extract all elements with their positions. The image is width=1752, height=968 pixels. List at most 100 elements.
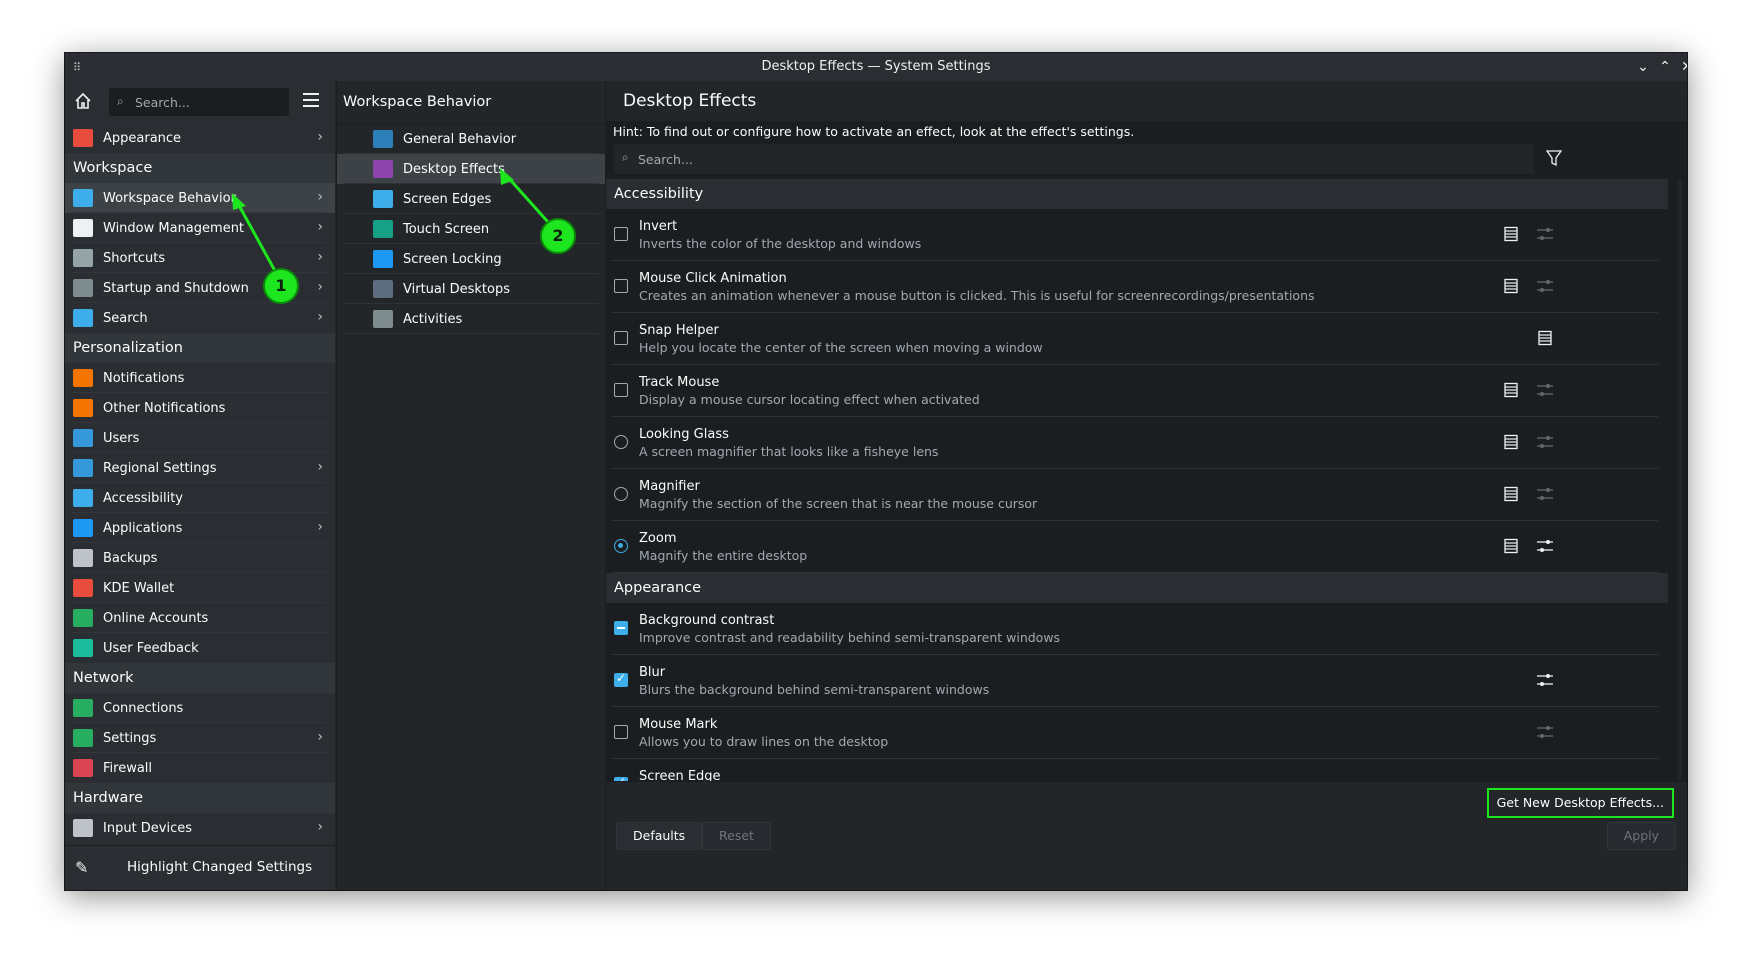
effect-checkbox-mouse-click-animation[interactable]	[614, 279, 628, 293]
apply-button[interactable]: Apply	[1606, 822, 1676, 850]
subpanel-item-label: Screen Edges	[403, 191, 492, 207]
highlight-icon: ✎	[75, 858, 89, 877]
effects-search-input[interactable]: ⌕ Search...	[613, 143, 1535, 175]
sidebar-item-online-accounts[interactable]: Online Accounts	[65, 603, 335, 633]
sidebar-list: Appearance › Workspace Workspace Behavior › W…	[65, 123, 335, 843]
startup-and-shutdown-icon	[73, 279, 93, 297]
reset-button[interactable]: Reset	[702, 822, 771, 850]
filter-icon[interactable]	[1546, 149, 1562, 167]
effect-row-track-mouse: Track Mouse Display a mouse cursor locati…	[606, 365, 1668, 417]
effect-radio-zoom[interactable]	[614, 539, 628, 553]
sidebar-item-notifications[interactable]: Notifications	[65, 363, 335, 393]
online-accounts-icon	[73, 609, 93, 627]
effects-section-header: Accessibility	[606, 179, 1668, 209]
effect-checkbox-invert[interactable]	[614, 227, 628, 241]
effect-checkbox-background-contrast[interactable]	[614, 621, 628, 635]
sidebar-item-regional-settings[interactable]: Regional Settings ›	[65, 453, 335, 483]
subpanel-item-desktop-effects[interactable]: Desktop Effects	[337, 154, 605, 184]
home-icon[interactable]	[73, 91, 93, 111]
sidebar-item-user-feedback[interactable]: User Feedback	[65, 633, 335, 663]
effects-scrollbar[interactable]	[1678, 179, 1682, 779]
sidebar-item-search[interactable]: Search ›	[65, 303, 335, 333]
touch-screen-icon	[373, 220, 393, 238]
input-devices-icon	[73, 819, 93, 837]
video-preview-icon[interactable]	[1537, 330, 1553, 346]
effect-checkbox-snap-helper[interactable]	[614, 331, 628, 345]
hamburger-menu-icon[interactable]	[303, 93, 319, 107]
sidebar-item-users[interactable]: Users	[65, 423, 335, 453]
sidebar-item-kde-wallet[interactable]: KDE Wallet	[65, 573, 335, 603]
effect-radio-looking-glass[interactable]	[614, 435, 628, 449]
effect-row-mouse-click-animation: Mouse Click Animation Creates an animatio…	[606, 261, 1668, 313]
subcategory-panel: Workspace Behavior General Behavior Deskt…	[336, 81, 605, 890]
close-icon[interactable]: ✕	[1677, 57, 1687, 77]
effect-row-blur: Blur Blurs the background behind semi-tra…	[606, 655, 1668, 707]
configure-icon[interactable]	[1536, 382, 1554, 398]
sidebar-item-appearance[interactable]: Appearance ›	[65, 123, 335, 153]
effect-description: Display a mouse cursor locating effect w…	[639, 392, 980, 407]
effect-description: Help you locate the center of the screen…	[639, 340, 1043, 355]
sidebar-item-workspace-behavior[interactable]: Workspace Behavior ›	[65, 183, 335, 213]
sidebar-item-firewall[interactable]: Firewall	[65, 753, 335, 783]
effect-name: Screen Edge	[639, 769, 721, 781]
configure-icon[interactable]	[1536, 226, 1554, 242]
sidebar-item-label: Shortcuts	[103, 250, 166, 266]
sidebar-search-placeholder: Search...	[135, 95, 190, 110]
sidebar-item-label: KDE Wallet	[103, 580, 175, 596]
maximize-icon[interactable]: ⌃	[1655, 57, 1675, 77]
defaults-button[interactable]: Defaults	[616, 822, 703, 850]
video-preview-icon[interactable]	[1503, 382, 1519, 398]
configure-icon[interactable]	[1536, 278, 1554, 294]
highlight-changed-settings-button[interactable]: ✎ Highlight Changed Settings	[65, 845, 335, 890]
subpanel-item-general-behavior[interactable]: General Behavior	[337, 124, 605, 154]
user-feedback-icon	[73, 639, 93, 657]
search-icon: ⌕	[622, 150, 629, 164]
configure-icon[interactable]	[1536, 434, 1554, 450]
configure-icon[interactable]	[1536, 486, 1554, 502]
sidebar-item-shortcuts[interactable]: Shortcuts ›	[65, 243, 335, 273]
effect-checkbox-track-mouse[interactable]	[614, 383, 628, 397]
effect-checkbox-mouse-mark[interactable]	[614, 725, 628, 739]
window-management-icon	[73, 219, 93, 237]
sidebar-item-accessibility[interactable]: Accessibility	[65, 483, 335, 513]
sidebar-item-input-devices[interactable]: Input Devices ›	[65, 813, 335, 843]
subpanel-item-screen-edges[interactable]: Screen Edges	[337, 184, 605, 214]
sidebar-item-other-notifications[interactable]: Other Notifications	[65, 393, 335, 423]
video-preview-icon[interactable]	[1503, 434, 1519, 450]
subpanel-item-virtual-desktops[interactable]: Virtual Desktops	[337, 274, 605, 304]
sidebar-item-label: Workspace Behavior	[103, 190, 236, 206]
sidebar-item-settings[interactable]: Settings ›	[65, 723, 335, 753]
sidebar-item-backups[interactable]: Backups	[65, 543, 335, 573]
subpanel-item-label: Screen Locking	[403, 251, 502, 267]
video-preview-icon[interactable]	[1503, 486, 1519, 502]
effect-checkbox-blur[interactable]	[614, 671, 628, 687]
video-preview-icon[interactable]	[1503, 278, 1519, 294]
effect-row-mouse-mark: Mouse Mark Allows you to draw lines on th…	[606, 707, 1668, 759]
effect-name: Mouse Mark	[639, 717, 718, 732]
effect-name: Track Mouse	[639, 375, 720, 390]
sidebar-search-input[interactable]: ⌕ Search...	[109, 88, 289, 116]
sidebar-item-label: Connections	[103, 700, 184, 716]
get-new-effects-button[interactable]: Get New Desktop Effects...	[1486, 788, 1674, 818]
workspace-behavior-icon	[73, 189, 93, 207]
subpanel-item-activities[interactable]: Activities	[337, 304, 605, 334]
configure-icon[interactable]	[1536, 672, 1554, 688]
sidebar-item-label: Backups	[103, 550, 158, 566]
sidebar-item-connections[interactable]: Connections	[65, 693, 335, 723]
effect-row-background-contrast: Background contrast Improve contrast and …	[606, 603, 1668, 655]
subpanel-item-label: Activities	[403, 311, 463, 327]
video-preview-icon[interactable]	[1503, 538, 1519, 554]
sidebar-item-window-management[interactable]: Window Management ›	[65, 213, 335, 243]
chevron-right-icon: ›	[317, 519, 323, 535]
screen-locking-icon	[373, 250, 393, 268]
effect-description: Improve contrast and readability behind …	[639, 630, 1061, 645]
sidebar-item-applications[interactable]: Applications ›	[65, 513, 335, 543]
effect-radio-magnifier[interactable]	[614, 487, 628, 501]
video-preview-icon[interactable]	[1503, 226, 1519, 242]
configure-icon[interactable]	[1536, 538, 1554, 554]
system-settings-window: ⠿ Desktop Effects — System Settings ⌄ ⌃ …	[65, 53, 1687, 890]
configure-icon[interactable]	[1536, 724, 1554, 740]
minimize-icon[interactable]: ⌄	[1633, 57, 1653, 77]
other-notifications-icon	[73, 399, 93, 417]
sidebar-category-header: Workspace	[65, 153, 335, 183]
